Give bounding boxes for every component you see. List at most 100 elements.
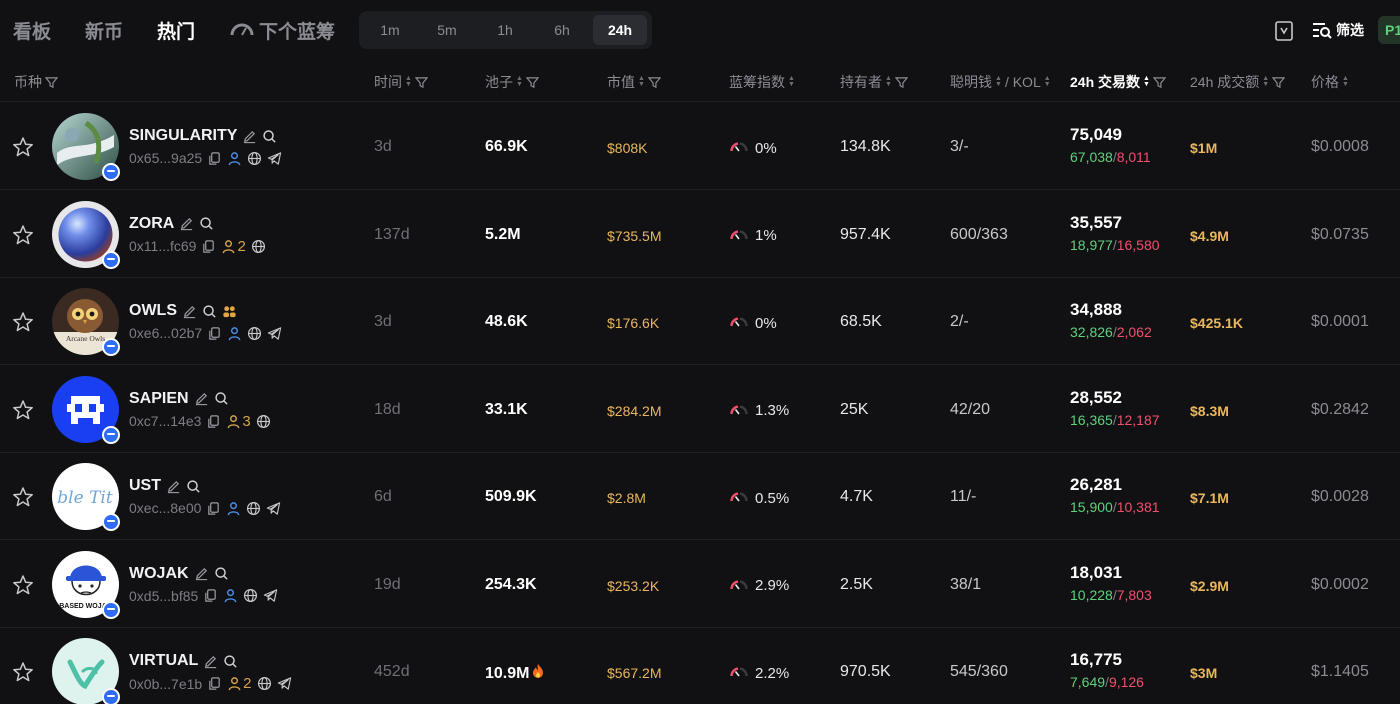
funnel-icon[interactable] <box>45 76 58 89</box>
favorite-star-icon[interactable] <box>12 136 34 158</box>
search-icon[interactable] <box>202 304 217 319</box>
edit-icon[interactable] <box>166 479 181 494</box>
tab-dashboard[interactable]: 看板 <box>13 17 51 44</box>
sort-icon[interactable]: ▲ ▼ <box>638 75 645 88</box>
filter-button[interactable]: 筛选 <box>1312 18 1364 42</box>
timeframe-5m[interactable]: 5m <box>420 15 474 45</box>
header-bluechip[interactable]: 蓝筹指数 ▲ ▼ <box>729 72 795 92</box>
edit-icon[interactable] <box>194 391 209 406</box>
header-volume[interactable]: 24h 成交额 ▲ ▼ <box>1190 72 1286 92</box>
copy-icon[interactable] <box>203 588 218 603</box>
token-name[interactable]: SAPIEN <box>129 390 229 408</box>
tab-new-coins[interactable]: 新币 <box>85 17 123 44</box>
user-icon[interactable] <box>227 151 242 166</box>
preset-badge[interactable]: P1 <box>1378 16 1400 44</box>
table-row[interactable]: BASED WOJAK WOJAK 0xd5...bf85 19d 254.3K $253… <box>0 541 1400 628</box>
timeframe-6h[interactable]: 6h <box>535 15 589 45</box>
timeframe-1h[interactable]: 1h <box>478 15 532 45</box>
token-name[interactable]: VIRTUAL <box>129 652 238 670</box>
sort-icon[interactable]: ▲ ▼ <box>1262 75 1269 88</box>
copy-icon[interactable] <box>207 151 222 166</box>
holders-badge[interactable]: 3 <box>226 413 251 430</box>
favorite-star-icon[interactable] <box>12 574 34 596</box>
header-mcap[interactable]: 市值 ▲ ▼ <box>607 72 661 92</box>
copy-icon[interactable] <box>206 414 221 429</box>
favorite-star-icon[interactable] <box>12 486 34 508</box>
copy-icon[interactable] <box>206 501 221 516</box>
copy-icon[interactable] <box>201 239 216 254</box>
funnel-icon[interactable] <box>647 76 661 89</box>
edit-icon[interactable] <box>242 129 257 144</box>
sort-icon[interactable]: ▲ ▼ <box>516 75 523 88</box>
edit-icon[interactable] <box>182 304 197 319</box>
funnel-icon[interactable] <box>894 76 908 89</box>
search-icon[interactable] <box>262 129 277 144</box>
search-icon[interactable] <box>186 479 201 494</box>
sort-icon[interactable]: ▲ ▼ <box>788 75 795 88</box>
globe-icon[interactable] <box>247 326 262 341</box>
search-icon[interactable] <box>214 566 229 581</box>
table-row[interactable]: VIRTUAL 0x0b...7e1b 2 452d 10.9M $567.2M 2.2% 9… <box>0 628 1400 704</box>
header-smart-money[interactable]: 聪明钱 ▲ ▼ / KOL ▲ ▼ <box>950 72 1051 92</box>
header-pool[interactable]: 池子 ▲ ▼ <box>485 72 539 92</box>
bookmark-icon[interactable] <box>1274 20 1294 42</box>
globe-icon[interactable] <box>243 588 258 603</box>
tab-next-bluechip[interactable]: 下个蓝筹 <box>259 17 335 44</box>
globe-icon[interactable] <box>257 676 272 691</box>
tab-trending[interactable]: 热门 <box>157 17 195 44</box>
favorite-star-icon[interactable] <box>12 311 34 333</box>
telegram-icon[interactable] <box>266 501 281 516</box>
table-row[interactable]: SINGULARITY 0x65...9a25 3d 66.9K $808K 0% 134.… <box>0 103 1400 190</box>
telegram-icon[interactable] <box>263 588 278 603</box>
search-icon[interactable] <box>223 654 238 669</box>
telegram-icon[interactable] <box>267 326 282 341</box>
sort-icon[interactable]: ▲ ▼ <box>1143 75 1150 88</box>
user-icon[interactable] <box>226 501 241 516</box>
sort-icon[interactable]: ▲ ▼ <box>405 75 412 88</box>
telegram-icon[interactable] <box>267 151 282 166</box>
sort-icon[interactable]: ▲ ▼ <box>995 75 1002 88</box>
token-name[interactable]: SINGULARITY <box>129 127 277 145</box>
edit-icon[interactable] <box>194 566 209 581</box>
funnel-icon[interactable] <box>525 76 539 89</box>
copy-icon[interactable] <box>207 676 222 691</box>
token-name[interactable]: WOJAK <box>129 565 229 583</box>
funnel-icon[interactable] <box>1152 76 1166 89</box>
user-icon[interactable] <box>227 326 242 341</box>
timeframe-24h[interactable]: 24h <box>593 15 647 45</box>
token-name[interactable]: UST <box>129 477 201 495</box>
favorite-star-icon[interactable] <box>12 661 34 683</box>
search-icon[interactable] <box>199 216 214 231</box>
header-token[interactable]: 币种 <box>14 72 58 92</box>
sort-icon[interactable]: ▲ ▼ <box>1342 75 1349 88</box>
token-name[interactable]: OWLS <box>129 302 237 320</box>
funnel-icon[interactable] <box>1272 76 1286 89</box>
favorite-star-icon[interactable] <box>12 399 34 421</box>
telegram-icon[interactable] <box>277 676 292 691</box>
table-row[interactable]: ble Tit UST 0xec...8e00 6d 509.9K $2.8M 0.5% 4.… <box>0 453 1400 540</box>
user-icon[interactable] <box>223 588 238 603</box>
sort-icon[interactable]: ▲ ▼ <box>885 75 892 88</box>
sort-icon[interactable]: ▲ ▼ <box>1044 75 1051 88</box>
header-time[interactable]: 时间 ▲ ▼ <box>374 72 428 92</box>
funnel-icon[interactable] <box>414 76 428 89</box>
edit-icon[interactable] <box>179 216 194 231</box>
edit-icon[interactable] <box>203 654 218 669</box>
globe-icon[interactable] <box>247 151 262 166</box>
holders-badge[interactable]: 2 <box>227 675 252 692</box>
globe-icon[interactable] <box>256 414 271 429</box>
favorite-star-icon[interactable] <box>12 224 34 246</box>
header-holders[interactable]: 持有者 ▲ ▼ <box>840 72 908 92</box>
header-tx-count[interactable]: 24h 交易数 ▲ ▼ <box>1070 72 1166 92</box>
token-name[interactable]: ZORA <box>129 215 214 233</box>
timeframe-1m[interactable]: 1m <box>363 15 417 45</box>
globe-icon[interactable] <box>246 501 261 516</box>
globe-icon[interactable] <box>251 239 266 254</box>
holders-badge[interactable]: 2 <box>221 238 246 255</box>
table-row[interactable]: Arcane Owls OWLS 0xe6...02b7 3d 48.6K $176.6K… <box>0 278 1400 365</box>
table-row[interactable]: SAPIEN 0xc7...14e3 3 18d 33.1K $284.2M 1.3% 25K… <box>0 366 1400 453</box>
copy-icon[interactable] <box>207 326 222 341</box>
header-price[interactable]: 价格 ▲ ▼ <box>1311 72 1349 92</box>
table-row[interactable]: ZORA 0x11...fc69 2 137d 5.2M $735.5M 1% 957.4K 6… <box>0 191 1400 278</box>
search-icon[interactable] <box>214 391 229 406</box>
